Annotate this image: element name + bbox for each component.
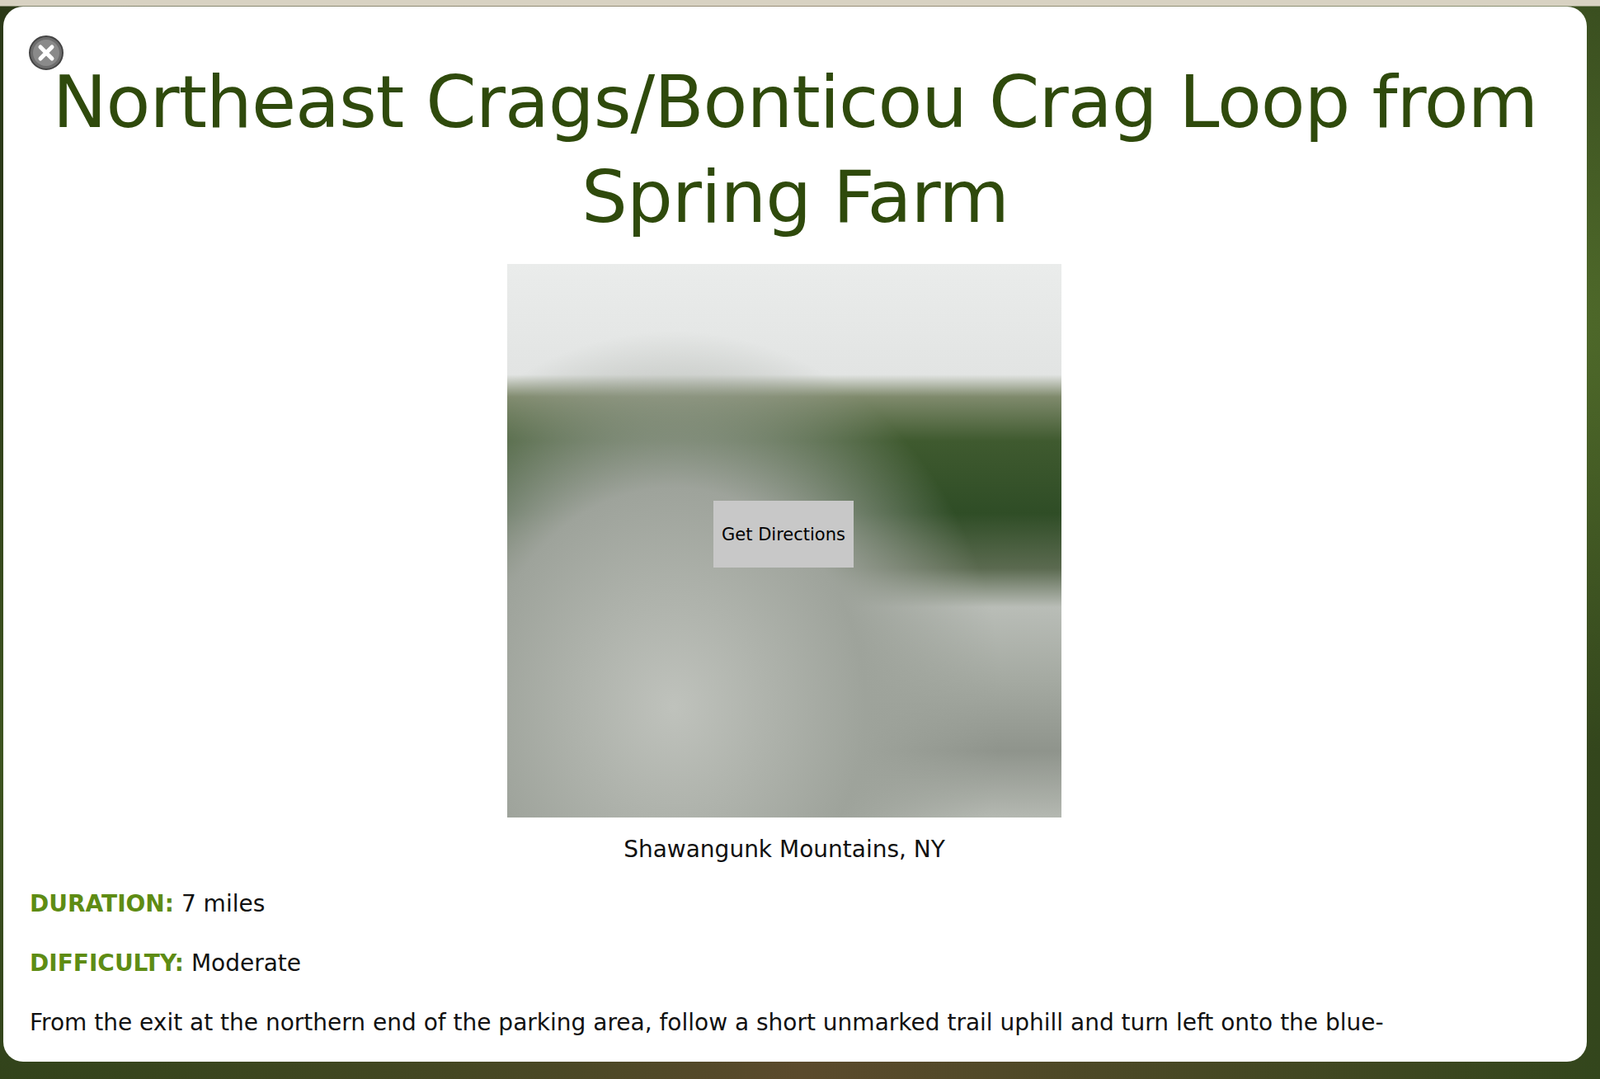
close-icon[interactable]	[28, 34, 65, 71]
detail-row: DIFFICULTY: Moderate	[29, 948, 1561, 979]
trail-description: From the exit at the northern end of the…	[29, 1007, 1561, 1038]
photo-caption: Shawangunk Mountains, NY	[29, 834, 1539, 865]
detail-value: Moderate	[191, 949, 302, 977]
get-directions-button[interactable]: Get Directions	[713, 500, 854, 568]
detail-row: DURATION: 7 miles	[29, 889, 1561, 919]
detail-label: DIFFICULTY:	[29, 949, 184, 977]
detail-label: DURATION:	[29, 889, 175, 918]
trail-details: DURATION: 7 miles DIFFICULTY: Moderate	[29, 889, 1561, 979]
dialog-title: Northeast Crags/Bonticou Crag Loop from …	[29, 54, 1561, 245]
detail-value: 7 miles	[181, 889, 265, 918]
trail-dialog: Northeast Crags/Bonticou Crag Loop from …	[3, 6, 1587, 1062]
trail-photo: Get Directions	[507, 263, 1062, 818]
photo-area: Get Directions	[29, 263, 1561, 818]
